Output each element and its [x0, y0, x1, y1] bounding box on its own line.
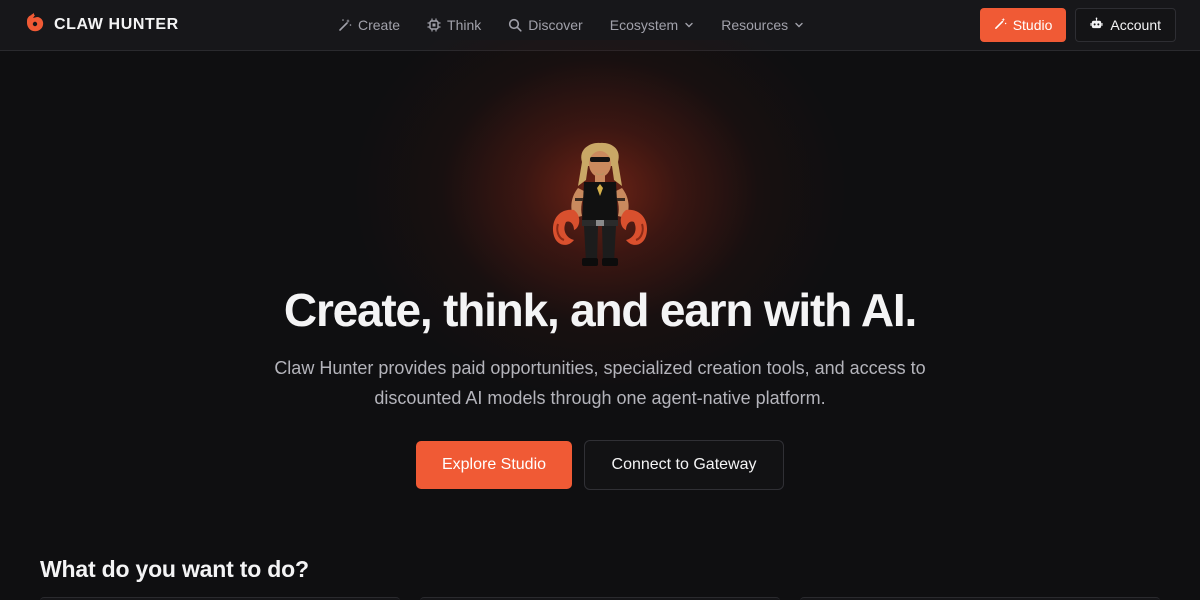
- nav-ecosystem[interactable]: Ecosystem: [610, 17, 694, 33]
- magic-wand-icon: [338, 18, 352, 32]
- chevron-down-icon: [684, 20, 694, 30]
- magic-wand-icon: [994, 17, 1007, 33]
- nav-create-label: Create: [358, 17, 401, 33]
- lobster-claw-hunter-mascot: [548, 140, 652, 270]
- account-button-label: Account: [1110, 17, 1161, 33]
- search-icon: [508, 18, 522, 32]
- nav-resources-label: Resources: [721, 17, 789, 33]
- brand[interactable]: CLAW HUNTER: [24, 12, 179, 39]
- connect-gateway-button[interactable]: Connect to Gateway: [584, 440, 784, 490]
- nav-think[interactable]: Think: [427, 17, 481, 33]
- robot-icon: [1090, 17, 1103, 33]
- hero-title: Create, think, and earn with AI.: [283, 284, 917, 336]
- chip-icon: [427, 18, 441, 32]
- main-nav: Create Think Discover Ecosystem Resource…: [338, 0, 804, 50]
- nav-think-label: Think: [447, 17, 482, 33]
- studio-button-label: Studio: [1012, 17, 1053, 33]
- section-title: What do you want to do?: [40, 556, 309, 582]
- hero-subtitle: Claw Hunter provides paid opportunities,…: [274, 358, 926, 408]
- explore-studio-button[interactable]: Explore Studio: [416, 441, 572, 489]
- hero-cta-row: Explore Studio Connect to Gateway: [416, 440, 784, 490]
- nav-create[interactable]: Create: [338, 17, 400, 33]
- claw-logo-icon: [24, 12, 46, 39]
- nav-discover[interactable]: Discover: [508, 17, 583, 33]
- chevron-down-icon: [794, 20, 804, 30]
- top-navbar: CLAW HUNTER Create Think Discover Ecosys…: [0, 0, 1200, 51]
- nav-discover-label: Discover: [528, 17, 583, 33]
- account-button[interactable]: Account: [1075, 8, 1176, 42]
- studio-button[interactable]: Studio: [979, 8, 1067, 42]
- nav-resources[interactable]: Resources: [721, 17, 804, 33]
- nav-actions: Studio Account: [979, 8, 1176, 42]
- brand-name: CLAW HUNTER: [54, 16, 179, 33]
- nav-ecosystem-label: Ecosystem: [609, 17, 679, 33]
